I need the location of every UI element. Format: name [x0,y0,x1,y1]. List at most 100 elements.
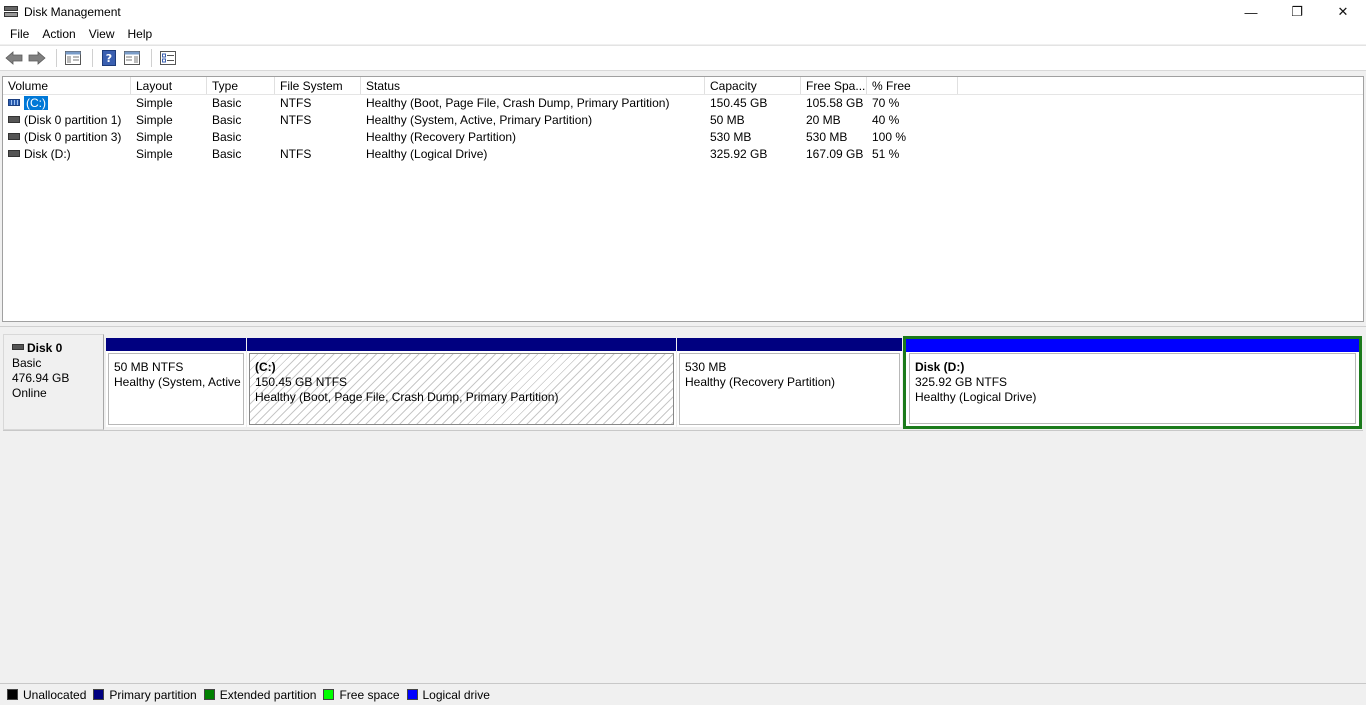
volume-capacity: 150.45 GB [710,96,768,110]
volume-layout: Simple [136,96,173,110]
logical-drive-bar [906,339,1359,352]
partition-size: 530 MB [685,360,727,374]
disk-icon [12,343,24,350]
volume-list: Volume Layout Type File System Status Ca… [2,76,1364,322]
legend-logical-drive: Logical drive [406,688,490,702]
column-header-type[interactable]: Type [207,77,275,94]
partition-status: Healthy (Recovery Partition) [685,375,836,389]
volume-icon [8,99,20,107]
legend-swatch [203,689,215,700]
menu-bar: File Action View Help [0,24,1366,44]
volume-name: (Disk 0 partition 3) [24,130,122,144]
primary-partition-bar [106,338,246,351]
back-arrow-icon [5,51,23,65]
column-header-file-system[interactable]: File System [275,77,361,94]
properties-button[interactable] [158,49,178,67]
column-header-layout[interactable]: Layout [131,77,207,94]
volume-type: Basic [212,147,242,161]
disk-management-app-icon [4,5,20,19]
volume-free-space: 105.58 GB [806,96,864,110]
partition-size: 150.45 GB NTFS [255,375,348,389]
partition-title: Disk (D:) [915,360,965,374]
volume-row-c[interactable]: (C:) Simple Basic NTFS Healthy (Boot, Pa… [3,95,1363,112]
legend-swatch [7,689,18,700]
toolbar-separator [92,49,93,67]
partition-d[interactable]: Disk (D:) 325.92 GB NTFS Healthy (Logica… [903,336,1362,429]
pane-splitter[interactable] [0,322,1366,327]
show-hide-action-pane-button[interactable] [122,49,142,67]
legend-primary-partition: Primary partition [93,688,197,702]
legend-swatch [323,689,335,700]
back-button[interactable] [4,49,24,67]
forward-button[interactable] [27,49,47,67]
volume-file-system [275,129,361,146]
volume-capacity: 530 MB [710,130,752,144]
partition-status: Healthy (System, Active [114,375,241,389]
volume-capacity: 325.92 GB [710,147,768,161]
close-button[interactable]: ✕ [1320,0,1366,24]
menu-file[interactable]: File [4,27,35,41]
disk-size: 476.94 GB [12,371,70,385]
volume-layout: Simple [136,147,173,161]
properties-icon [160,51,176,65]
legend-swatch [93,689,105,700]
partition-title: (C:) [255,360,276,374]
volume-status: Healthy (System, Active, Primary Partiti… [366,113,593,127]
volume-capacity: 50 MB [710,113,745,127]
menu-help[interactable]: Help [122,27,159,41]
column-header-percent-free[interactable]: % Free [867,77,958,94]
volume-type: Basic [212,96,242,110]
volume-row-partition-1[interactable]: (Disk 0 partition 1) Simple Basic NTFS H… [3,112,1363,129]
column-header-volume[interactable]: Volume [3,77,131,94]
toolbar: ? [0,45,1366,71]
minimize-button[interactable]: — [1228,0,1274,24]
column-header-status[interactable]: Status [361,77,705,94]
disk-row-divider [3,430,1363,431]
forward-arrow-icon [28,51,46,65]
console-tree-icon [65,51,81,65]
partition-c[interactable]: (C:) 150.45 GB NTFS Healthy (Boot, Page … [247,338,676,427]
partition-system[interactable]: 50 MB NTFS Healthy (System, Active [106,338,246,427]
legend-bar: Unallocated Primary partition Extended p… [0,683,1366,705]
volume-layout: Simple [136,113,173,127]
toolbar-separator [151,49,152,67]
help-button[interactable]: ? [99,49,119,67]
partition-size: 325.92 GB NTFS [915,375,1008,389]
volume-free-space: 20 MB [806,113,841,127]
partition-recovery[interactable]: 530 MB Healthy (Recovery Partition) [677,338,902,427]
window-title: Disk Management [24,5,121,19]
primary-partition-bar [677,338,902,351]
legend-extended-partition: Extended partition [203,688,316,702]
volume-percent-free: 40 % [872,113,900,127]
volume-free-space: 167.09 GB [806,147,864,161]
volume-free-space: 530 MB [806,130,848,144]
menu-view[interactable]: View [83,27,121,41]
volume-icon [8,133,20,141]
show-hide-console-tree-button[interactable] [63,49,83,67]
volume-status: Healthy (Logical Drive) [366,147,488,161]
partition-status: Healthy (Boot, Page File, Crash Dump, Pr… [255,390,559,404]
window-controls: — ❐ ✕ [1228,0,1366,24]
graphical-disk-view: Disk 0 Basic 476.94 GB Online 50 MB NTFS… [0,328,1366,682]
volume-percent-free: 100 % [872,130,907,144]
legend-free-space: Free space [323,688,400,702]
volume-icon [8,116,20,124]
volume-name: Disk (D:) [24,147,71,161]
svg-text:?: ? [106,52,112,65]
volume-layout: Simple [136,130,173,144]
volume-type: Basic [212,130,242,144]
volume-status: Healthy (Recovery Partition) [366,130,517,144]
title-bar: Disk Management — ❐ ✕ [0,0,1366,24]
disk-0-label[interactable]: Disk 0 Basic 476.94 GB Online [3,334,104,430]
volume-status: Healthy (Boot, Page File, Crash Dump, Pr… [366,96,670,110]
volume-percent-free: 51 % [872,147,900,161]
restore-button[interactable]: ❐ [1274,0,1320,24]
volume-type: Basic [212,113,242,127]
primary-partition-bar [247,338,676,351]
column-header-free-space[interactable]: Free Spa... [801,77,867,94]
partition-status: Healthy (Logical Drive) [915,390,1037,404]
menu-action[interactable]: Action [36,27,81,41]
column-header-capacity[interactable]: Capacity [705,77,801,94]
volume-row-partition-3[interactable]: (Disk 0 partition 3) Simple Basic Health… [3,129,1363,146]
volume-row-d[interactable]: Disk (D:) Simple Basic NTFS Healthy (Log… [3,146,1363,163]
